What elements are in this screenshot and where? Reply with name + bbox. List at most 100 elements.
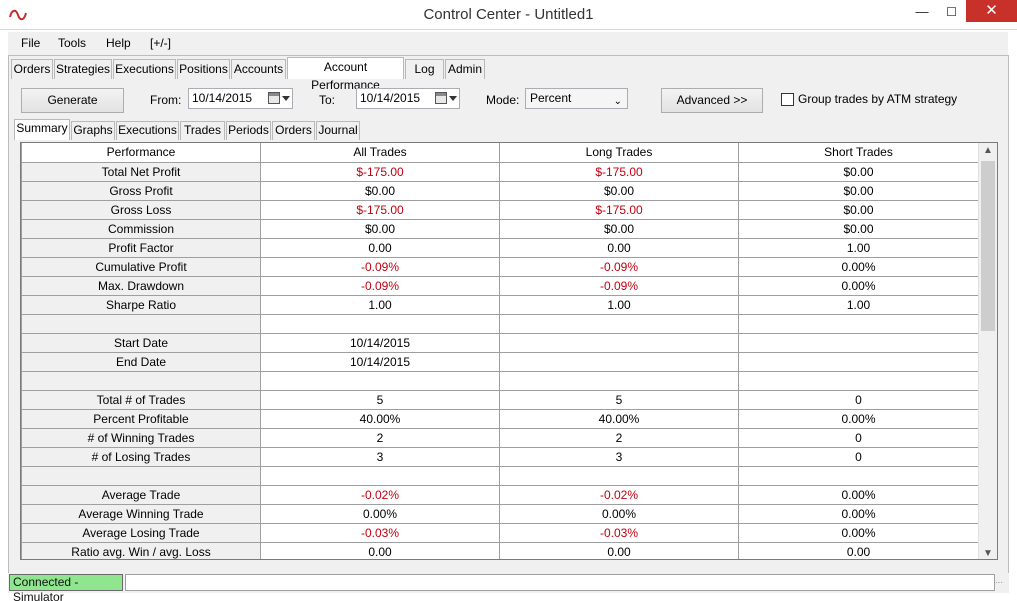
value-cell: 10/14/2015 [260, 351, 500, 372]
tab-orders[interactable]: Orders [11, 59, 53, 79]
minimize-button[interactable]: — [905, 0, 939, 24]
value-cell: -0.09% [499, 275, 739, 296]
status-message-field [125, 574, 995, 591]
mode-select[interactable]: Percent ⌄ [525, 88, 628, 109]
subtab-orders[interactable]: Orders [272, 121, 315, 140]
header-row: Performance All Trades Long Trades Short… [21, 143, 979, 163]
value-cell [499, 313, 739, 334]
value-cell: -0.09% [260, 256, 500, 277]
table-row[interactable]: Gross Loss $-175.00 $-175.00 $0.00 [21, 199, 979, 220]
value-cell: 0.00 [738, 541, 979, 559]
table-row[interactable]: Gross Profit $0.00 $0.00 $0.00 [21, 180, 979, 201]
tab-account-performance[interactable]: Account Performance [287, 57, 404, 92]
value-cell: 3 [260, 446, 500, 467]
menu-help[interactable]: Help [106, 36, 131, 50]
table-row[interactable]: Total Net Profit $-175.00 $-175.00 $0.00 [21, 161, 979, 182]
table-row[interactable] [21, 465, 979, 486]
table-row[interactable]: Profit Factor 0.00 0.00 1.00 [21, 237, 979, 258]
value-cell: 40.00% [499, 408, 739, 429]
menu-tools[interactable]: Tools [58, 36, 86, 50]
value-cell: -0.03% [260, 522, 500, 543]
generate-button[interactable]: Generate [21, 88, 124, 113]
table-row[interactable]: Average Losing Trade -0.03% -0.03% 0.00% [21, 522, 979, 543]
row-label-cell: Average Winning Trade [21, 503, 261, 524]
value-cell: 0.00% [738, 256, 979, 277]
column-header-all-trades[interactable]: All Trades [260, 143, 500, 163]
table-row[interactable]: Average Trade -0.02% -0.02% 0.00% [21, 484, 979, 505]
value-cell [499, 370, 739, 391]
value-cell: 5 [499, 389, 739, 410]
vertical-scrollbar[interactable]: ▲ ▼ [978, 143, 997, 559]
value-cell [260, 313, 500, 334]
calendar-icon[interactable] [435, 92, 447, 104]
table-row[interactable]: Cumulative Profit -0.09% -0.09% 0.00% [21, 256, 979, 277]
chevron-down-icon[interactable] [282, 96, 290, 101]
value-cell: -0.02% [260, 484, 500, 505]
close-button[interactable]: ✕ [966, 0, 1017, 22]
to-date-value: 10/14/2015 [360, 91, 421, 105]
subtab-periods[interactable]: Periods [226, 121, 271, 140]
table-row[interactable]: Total # of Trades 5 5 0 [21, 389, 979, 410]
subtab-graphs[interactable]: Graphs [71, 121, 115, 140]
value-cell: 1.00 [499, 294, 739, 315]
subtab-summary[interactable]: Summary [14, 119, 70, 140]
value-cell [738, 313, 979, 334]
row-label-cell: Commission [21, 218, 261, 239]
tab-positions[interactable]: Positions [177, 59, 230, 79]
value-cell: 0.00% [260, 503, 500, 524]
tab-log[interactable]: Log [405, 59, 444, 79]
value-cell: -0.09% [499, 256, 739, 277]
table-row[interactable]: Start Date 10/14/2015 [21, 332, 979, 353]
scroll-down-icon[interactable]: ▼ [979, 548, 997, 559]
subtab-journal[interactable]: Journal [316, 121, 360, 140]
from-date-picker[interactable]: 10/14/2015 [188, 88, 293, 109]
tab-strategies[interactable]: Strategies [54, 59, 112, 79]
resize-grip-icon[interactable]: ⋯ [995, 578, 1005, 588]
column-header-short-trades[interactable]: Short Trades [738, 143, 979, 163]
tab-accounts[interactable]: Accounts [231, 59, 286, 79]
window-title: Control Center - Untitled1 [423, 6, 594, 23]
advanced-button[interactable]: Advanced >> [661, 88, 763, 113]
table-row[interactable]: Commission $0.00 $0.00 $0.00 [21, 218, 979, 239]
value-cell: $0.00 [738, 180, 979, 201]
table-row[interactable]: # of Winning Trades 2 2 0 [21, 427, 979, 448]
maximize-button[interactable]: ☐ [939, 0, 964, 24]
row-label-cell: Ratio avg. Win / avg. Loss [21, 541, 261, 559]
scroll-up-icon[interactable]: ▲ [979, 145, 997, 156]
table-row[interactable]: # of Losing Trades 3 3 0 [21, 446, 979, 467]
calendar-icon[interactable] [268, 92, 280, 104]
column-header-performance[interactable]: Performance [21, 143, 261, 163]
tab-admin[interactable]: Admin [445, 59, 485, 79]
value-cell: 0.00% [738, 275, 979, 296]
tab-executions[interactable]: Executions [113, 59, 176, 79]
to-date-picker[interactable]: 10/14/2015 [356, 88, 460, 109]
subtab-trades[interactable]: Trades [180, 121, 225, 140]
table-row[interactable]: End Date 10/14/2015 [21, 351, 979, 372]
scroll-thumb[interactable] [981, 161, 995, 331]
row-label-cell: Gross Profit [21, 180, 261, 201]
table-row[interactable]: Sharpe Ratio 1.00 1.00 1.00 [21, 294, 979, 315]
value-cell: -0.09% [260, 275, 500, 296]
menu-expand[interactable]: [+/-] [150, 36, 171, 50]
menu-file[interactable]: File [21, 36, 40, 50]
value-cell: 0.00% [738, 522, 979, 543]
table-row[interactable]: Percent Profitable 40.00% 40.00% 0.00% [21, 408, 979, 429]
group-trades-checkbox[interactable] [781, 93, 794, 106]
table-row[interactable] [21, 370, 979, 391]
table-row[interactable]: Max. Drawdown -0.09% -0.09% 0.00% [21, 275, 979, 296]
value-cell [499, 351, 739, 372]
title-bar: Control Center - Untitled1 — ☐ ✕ [0, 0, 1017, 30]
chevron-down-icon[interactable] [449, 96, 457, 101]
column-header-long-trades[interactable]: Long Trades [499, 143, 739, 163]
group-trades-label: Group trades by ATM strategy [798, 92, 958, 106]
row-label-cell: # of Losing Trades [21, 446, 261, 467]
table-row[interactable]: Ratio avg. Win / avg. Loss 0.00 0.00 0.00 [21, 541, 979, 559]
table-row[interactable] [21, 313, 979, 334]
subtab-executions[interactable]: Executions [116, 121, 179, 140]
value-cell [260, 370, 500, 391]
row-label-cell [21, 313, 261, 334]
connection-status: Connected - Simulator [9, 574, 123, 601]
value-cell: 0.00% [738, 484, 979, 505]
mode-label: Mode: [486, 93, 520, 107]
table-row[interactable]: Average Winning Trade 0.00% 0.00% 0.00% [21, 503, 979, 524]
